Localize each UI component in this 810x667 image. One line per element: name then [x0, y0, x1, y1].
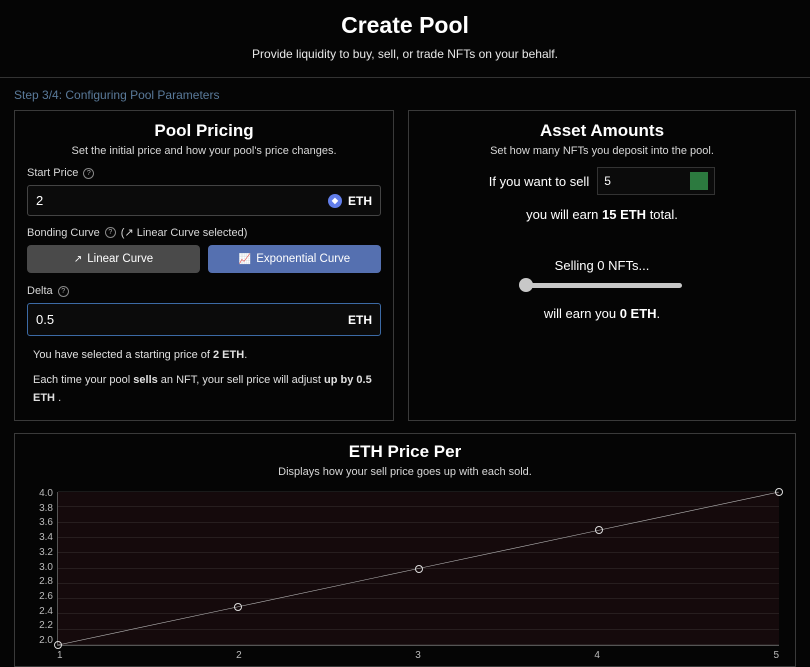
- pool-pricing-panel: Pool Pricing Set the initial price and h…: [14, 110, 394, 421]
- slider-track: [522, 283, 682, 288]
- sell-prefix: If you want to sell: [489, 174, 589, 189]
- y-axis-labels: 4.03.83.63.43.23.02.82.62.42.22.0: [27, 488, 53, 646]
- earn-text: you will earn: [526, 207, 602, 222]
- start-price-input[interactable]: [36, 193, 328, 208]
- chart-subtitle: Displays how your sell price goes up wit…: [15, 466, 795, 478]
- earn-total: you will earn 15 ETH total.: [421, 207, 783, 222]
- exponential-curve-button[interactable]: 📈 Exponential Curve: [208, 245, 381, 273]
- earn2-text: will earn you: [544, 306, 620, 321]
- earn-projection: will earn you 0 ETH.: [421, 306, 783, 321]
- delta-field[interactable]: ETH: [27, 303, 381, 336]
- pool-pricing-subtitle: Set the initial price and how your pool'…: [27, 145, 381, 157]
- exponential-curve-label: Exponential Curve: [256, 253, 350, 265]
- earn2-amount: 0 ETH: [620, 306, 657, 321]
- desc-text: .: [244, 349, 247, 361]
- chart-area: 4.03.83.63.43.23.02.82.62.42.22.0 12345: [27, 488, 783, 666]
- selling-count: Selling 0 NFTs...: [421, 258, 783, 273]
- linear-icon: ↗: [74, 254, 82, 265]
- pricing-description: You have selected a starting price of 2 …: [27, 346, 381, 408]
- desc-text: an NFT, your sell price will adjust: [158, 374, 324, 386]
- chart-point: [775, 488, 783, 496]
- start-price-label-text: Start Price: [27, 167, 78, 179]
- desc-text: Each time your pool: [33, 374, 133, 386]
- chart-title: ETH Price Per: [15, 442, 795, 462]
- pool-pricing-title: Pool Pricing: [27, 121, 381, 141]
- x-axis-labels: 12345: [57, 650, 779, 666]
- eth-label: ETH: [348, 194, 372, 208]
- chart-plot: [57, 492, 779, 646]
- delta-label: Delta ?: [27, 285, 381, 297]
- bonding-label-text: Bonding Curve: [27, 227, 100, 239]
- chart-point: [415, 565, 423, 573]
- exponential-icon: 📈: [239, 254, 251, 265]
- earn-amount: 15 ETH: [602, 207, 646, 222]
- asset-amounts-subtitle: Set how many NFTs you deposit into the p…: [421, 145, 783, 157]
- slider-thumb[interactable]: [519, 278, 533, 292]
- page-subtitle: Provide liquidity to buy, sell, or trade…: [0, 47, 810, 61]
- delta-input[interactable]: [36, 312, 348, 327]
- start-price-field[interactable]: ◆ ETH: [27, 185, 381, 216]
- linear-curve-button[interactable]: ↗ Linear Curve: [27, 245, 200, 273]
- page-title: Create Pool: [0, 12, 810, 39]
- delta-label-text: Delta: [27, 285, 53, 297]
- earn-text: total.: [646, 207, 678, 222]
- info-icon[interactable]: ?: [105, 227, 116, 238]
- eth-label: ETH: [348, 313, 372, 327]
- sell-amount-input[interactable]: [604, 174, 664, 188]
- price-chart-panel: ETH Price Per Displays how your sell pri…: [14, 433, 796, 667]
- desc-price: 2 ETH: [213, 349, 244, 361]
- desc-action: sells: [133, 374, 157, 386]
- desc-text: You have selected a starting price of: [33, 349, 213, 361]
- chart-point: [54, 641, 62, 649]
- chart-point: [595, 526, 603, 534]
- desc-text: .: [58, 392, 61, 404]
- info-icon[interactable]: ?: [83, 168, 94, 179]
- step-indicator: Step 3/4: Configuring Pool Parameters: [0, 78, 810, 110]
- bonding-selected-text: (↗ Linear Curve selected): [121, 226, 248, 239]
- nft-thumbnail-icon: [690, 172, 708, 190]
- bonding-curve-label: Bonding Curve ? (↗ Linear Curve selected…: [27, 226, 381, 239]
- eth-icon: ◆: [328, 194, 342, 208]
- earn2-text: .: [657, 306, 661, 321]
- chart-point: [234, 603, 242, 611]
- start-price-label: Start Price ?: [27, 167, 381, 179]
- nft-count-slider[interactable]: [522, 283, 682, 288]
- linear-curve-label: Linear Curve: [87, 253, 153, 265]
- sell-amount-field[interactable]: [597, 167, 715, 195]
- asset-amounts-panel: Asset Amounts Set how many NFTs you depo…: [408, 110, 796, 421]
- asset-amounts-title: Asset Amounts: [421, 121, 783, 141]
- info-icon[interactable]: ?: [58, 286, 69, 297]
